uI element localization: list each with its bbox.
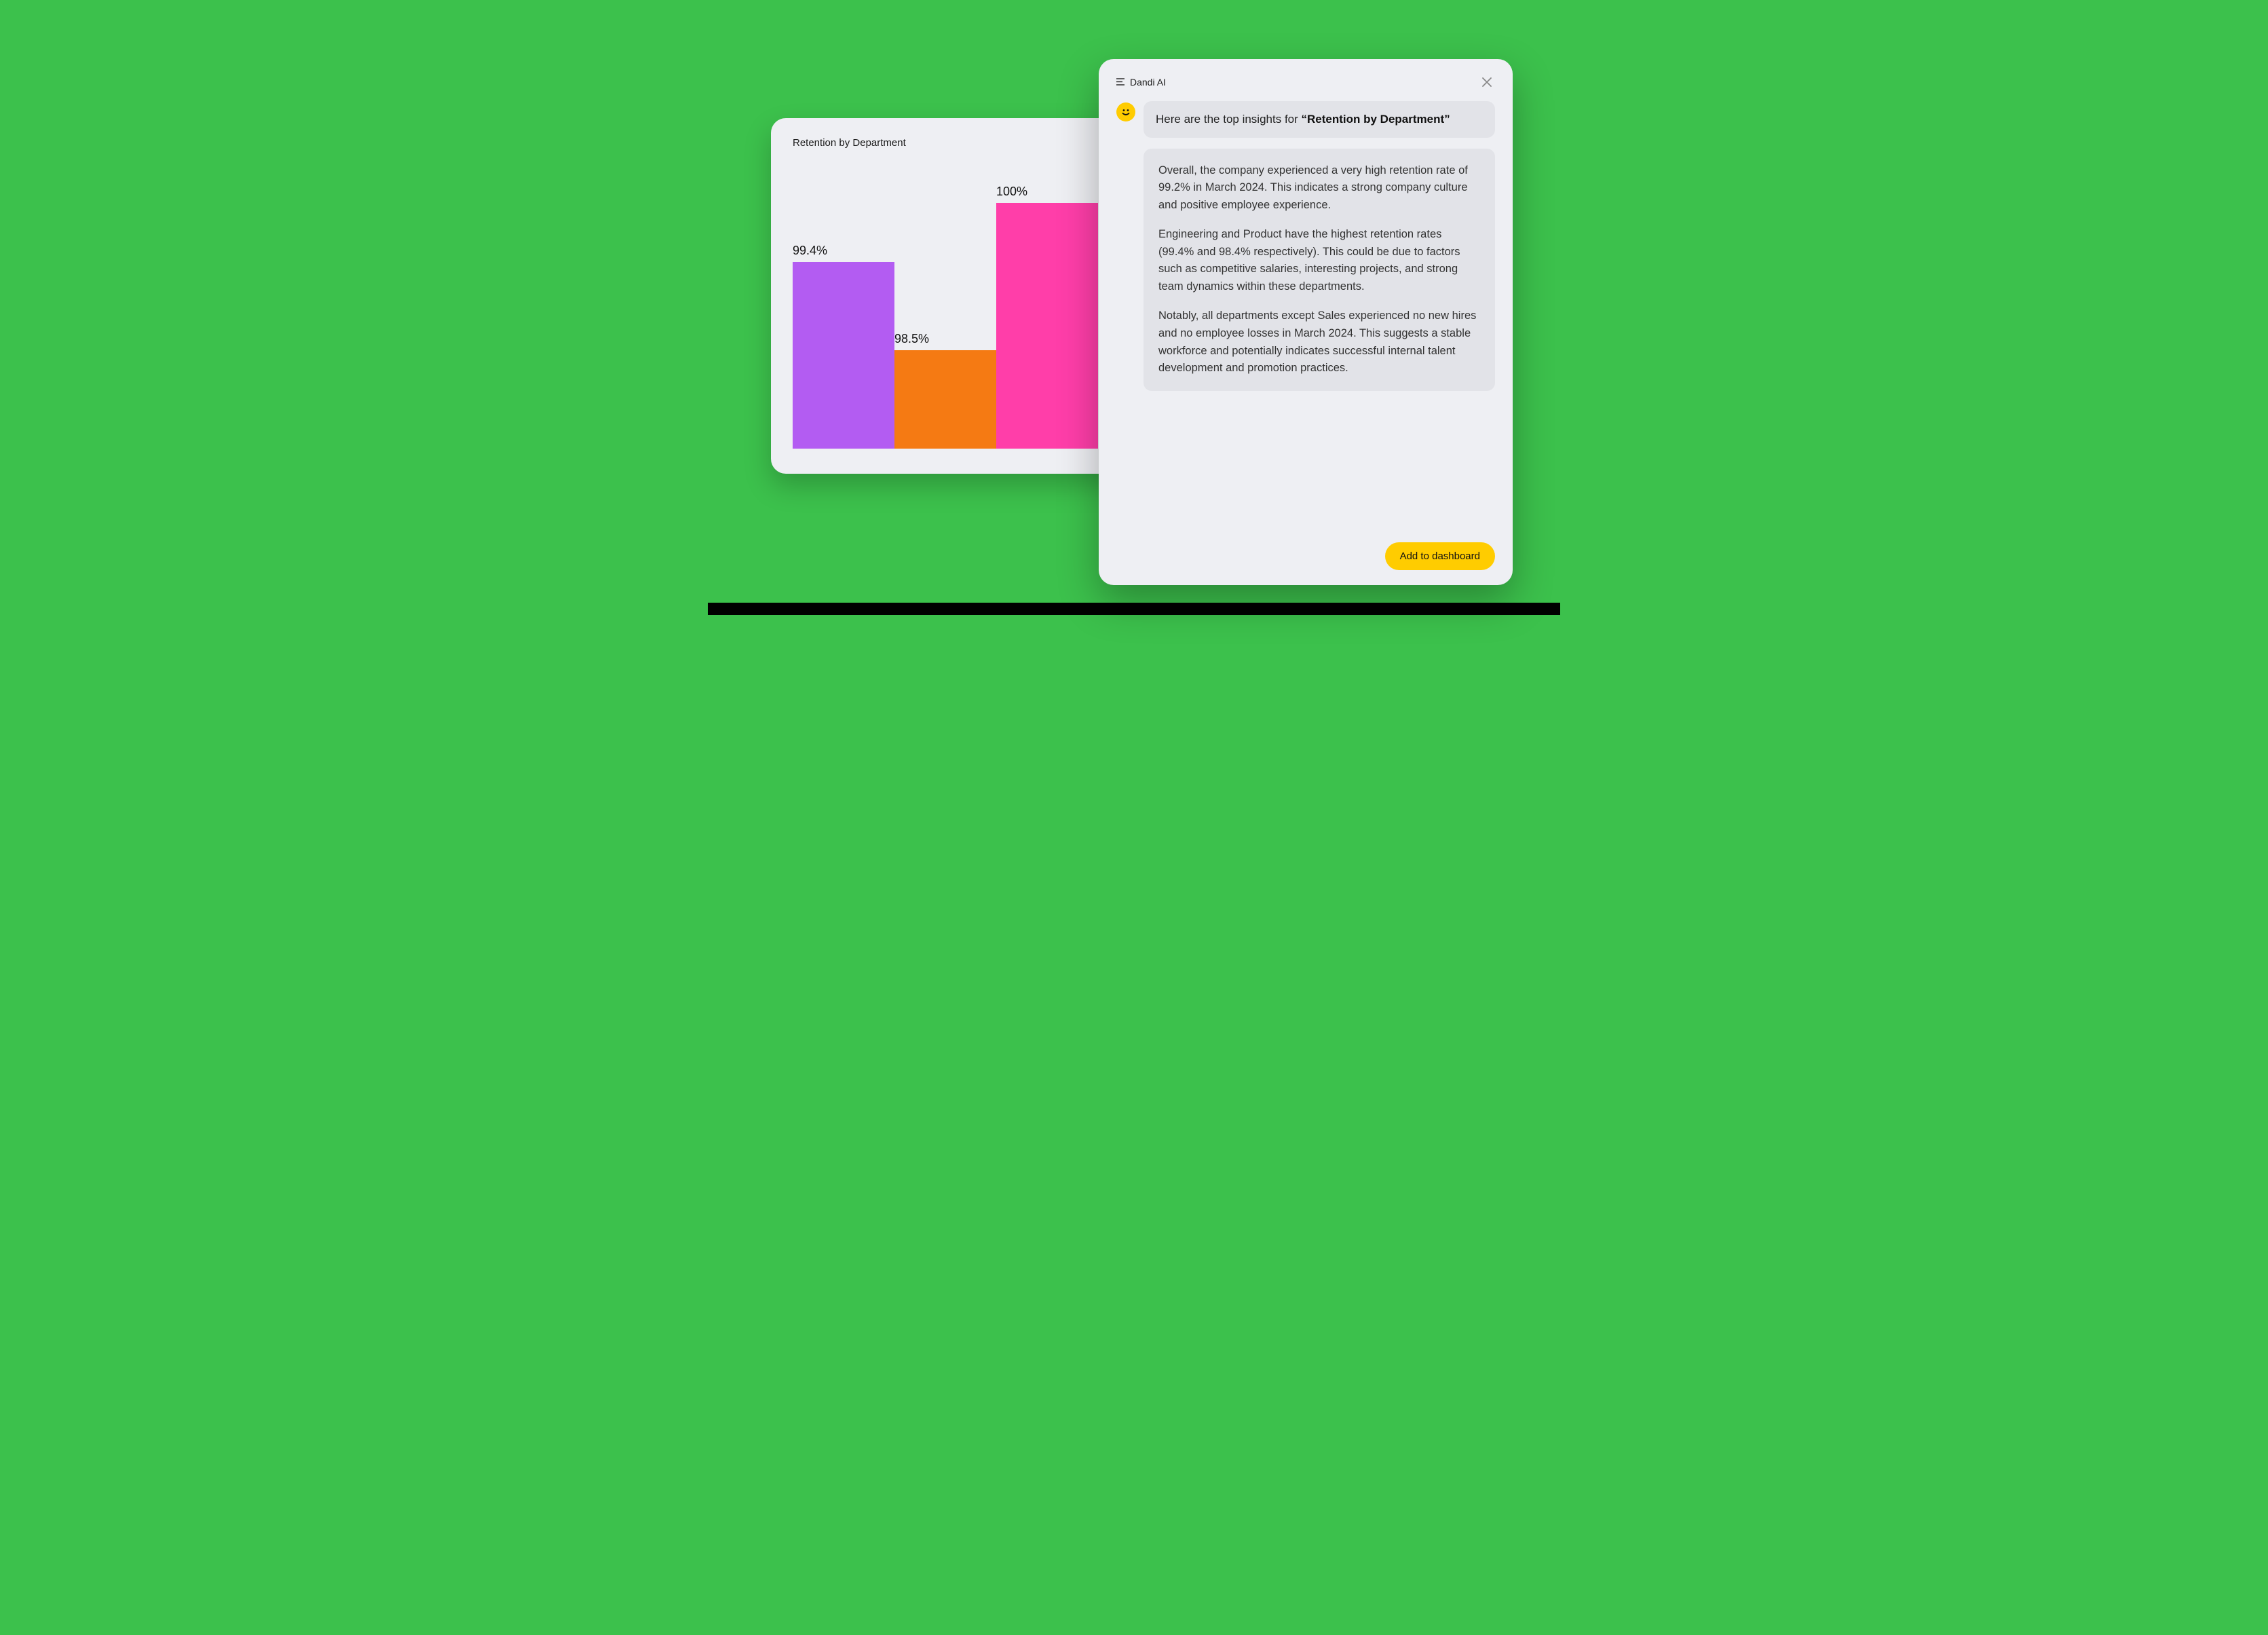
- ai-heading-bubble: Here are the top insights for “Retention…: [1144, 101, 1495, 138]
- close-icon[interactable]: [1479, 74, 1495, 90]
- ai-panel: Dandi AI Here are the top insights for “…: [1099, 59, 1513, 585]
- bar-label: 100%: [996, 185, 1027, 199]
- ai-paragraph: Engineering and Product have the highest…: [1158, 226, 1480, 295]
- bar-label: 99.4%: [793, 244, 827, 258]
- bar-wrap-2: 100%: [996, 185, 1098, 449]
- bar-label: 98.5%: [894, 332, 929, 346]
- menu-icon[interactable]: [1116, 78, 1124, 87]
- bottom-strip: [708, 603, 1560, 615]
- ai-paragraph: Overall, the company experienced a very …: [1158, 162, 1480, 214]
- smiley-icon: [1116, 102, 1135, 121]
- ai-header-left: Dandi AI: [1116, 77, 1166, 88]
- chart-bar: [996, 203, 1098, 449]
- chart-bar: [793, 262, 894, 449]
- add-to-dashboard-button[interactable]: Add to dashboard: [1385, 542, 1495, 570]
- ai-heading-prefix: Here are the top insights for: [1156, 113, 1302, 126]
- ai-panel-header: Dandi AI: [1116, 74, 1495, 90]
- ai-heading-quoted: “Retention by Department”: [1302, 113, 1450, 126]
- ai-body-bubble: Overall, the company experienced a very …: [1144, 149, 1495, 391]
- ai-panel-title: Dandi AI: [1130, 77, 1166, 88]
- bar-wrap-0: 99.4%: [793, 244, 894, 449]
- ai-panel-footer: Add to dashboard: [1116, 531, 1495, 570]
- ai-heading-row: Here are the top insights for “Retention…: [1116, 101, 1495, 138]
- ai-paragraph: Notably, all departments except Sales ex…: [1158, 307, 1480, 377]
- bar-wrap-1: 98.5%: [894, 332, 996, 449]
- chart-bar: [894, 350, 996, 449]
